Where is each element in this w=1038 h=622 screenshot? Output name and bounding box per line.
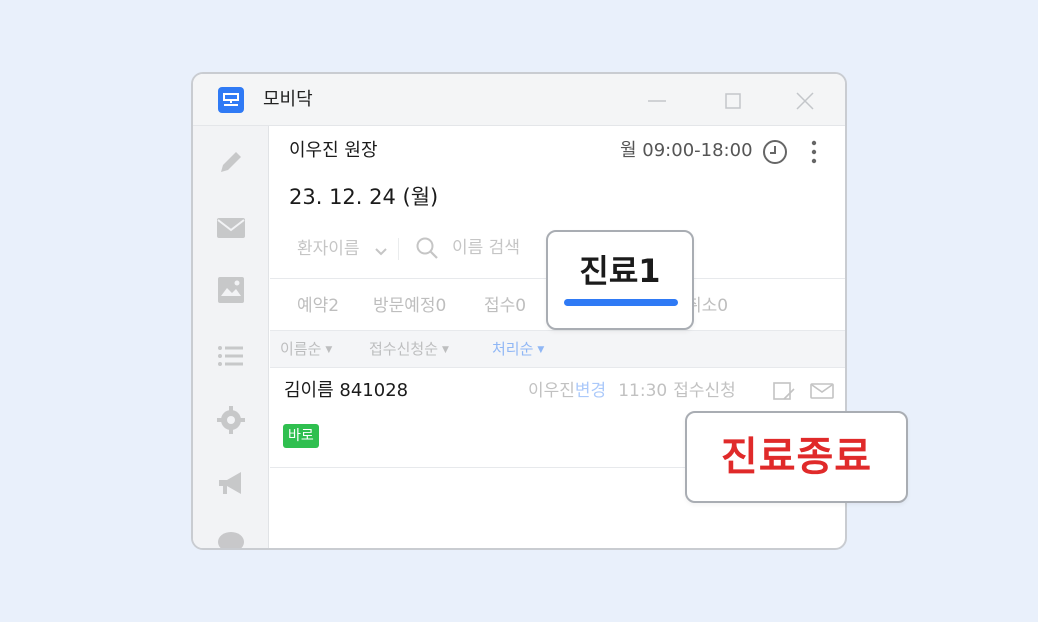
clock-icon[interactable] — [762, 139, 788, 165]
more-menu-icon[interactable] — [802, 138, 826, 166]
treatment-done-label: 진료종료 — [720, 434, 873, 480]
patient-name: 김이름 841028 — [284, 380, 409, 401]
patient-meta: 이우진변경 11:30 접수신청 — [528, 378, 736, 404]
divider — [398, 238, 399, 260]
assigned-doctor: 이우진 — [528, 381, 575, 401]
treatment-done-callout[interactable]: 진료종료 — [685, 411, 908, 503]
sort-label: 이름순 — [280, 340, 322, 358]
sort-arrow-icon: ▼ — [537, 344, 545, 355]
active-tab-indicator — [564, 299, 678, 306]
list-icon[interactable] — [215, 340, 247, 372]
status-badge: 바로 — [283, 424, 319, 448]
sort-by-processing[interactable]: 처리순 ▼ — [492, 338, 544, 361]
chat-icon[interactable] — [215, 528, 247, 548]
tab-expected-visit[interactable]: 방문예정0 — [373, 294, 446, 318]
sort-arrow-icon: ▼ — [442, 344, 449, 355]
gear-icon[interactable] — [215, 404, 247, 436]
sort-arrow-icon: ▼ — [325, 344, 333, 355]
in-treatment-callout[interactable]: 진료1 — [546, 230, 694, 330]
current-date: 23. 12. 24 (월) — [289, 185, 439, 209]
sort-label: 접수신청순 — [369, 340, 439, 358]
search-filter-select[interactable]: 환자이름 — [297, 236, 360, 262]
sort-label: 처리순 — [492, 340, 534, 358]
sidebar — [193, 126, 269, 548]
mail-icon[interactable] — [215, 212, 247, 244]
title-bar[interactable]: 모비닥 — [193, 74, 845, 126]
app-logo-icon — [218, 87, 244, 113]
image-icon[interactable] — [215, 274, 247, 306]
tab-reservation[interactable]: 예약2 — [297, 294, 339, 318]
sort-options: 이름순 ▼ 접수신청순 ▼ 처리순 ▼ — [270, 330, 845, 368]
megaphone-icon[interactable] — [215, 468, 247, 500]
sort-by-request[interactable]: 접수신청순 ▼ — [369, 338, 449, 361]
in-treatment-label: 진료1 — [579, 252, 661, 290]
window-title: 모비닥 — [263, 89, 313, 110]
search-icon[interactable] — [415, 236, 439, 260]
minimize-button[interactable] — [646, 90, 668, 112]
message-icon[interactable] — [810, 381, 834, 401]
reception-status: 접수신청 — [673, 381, 736, 401]
chevron-down-icon[interactable] — [374, 243, 388, 256]
maximize-button[interactable] — [722, 90, 744, 112]
doctor-name: 이우진 원장 — [289, 140, 378, 161]
pencil-icon[interactable] — [215, 146, 247, 178]
close-button[interactable] — [794, 90, 816, 112]
change-doctor-link[interactable]: 변경 — [575, 381, 606, 401]
office-hours: 월 09:00-18:00 — [620, 140, 753, 161]
tab-reception[interactable]: 접수0 — [484, 294, 526, 318]
sort-by-name[interactable]: 이름순 ▼ — [280, 338, 332, 361]
appointment-time: 11:30 — [618, 381, 668, 401]
memo-icon[interactable] — [772, 381, 796, 401]
